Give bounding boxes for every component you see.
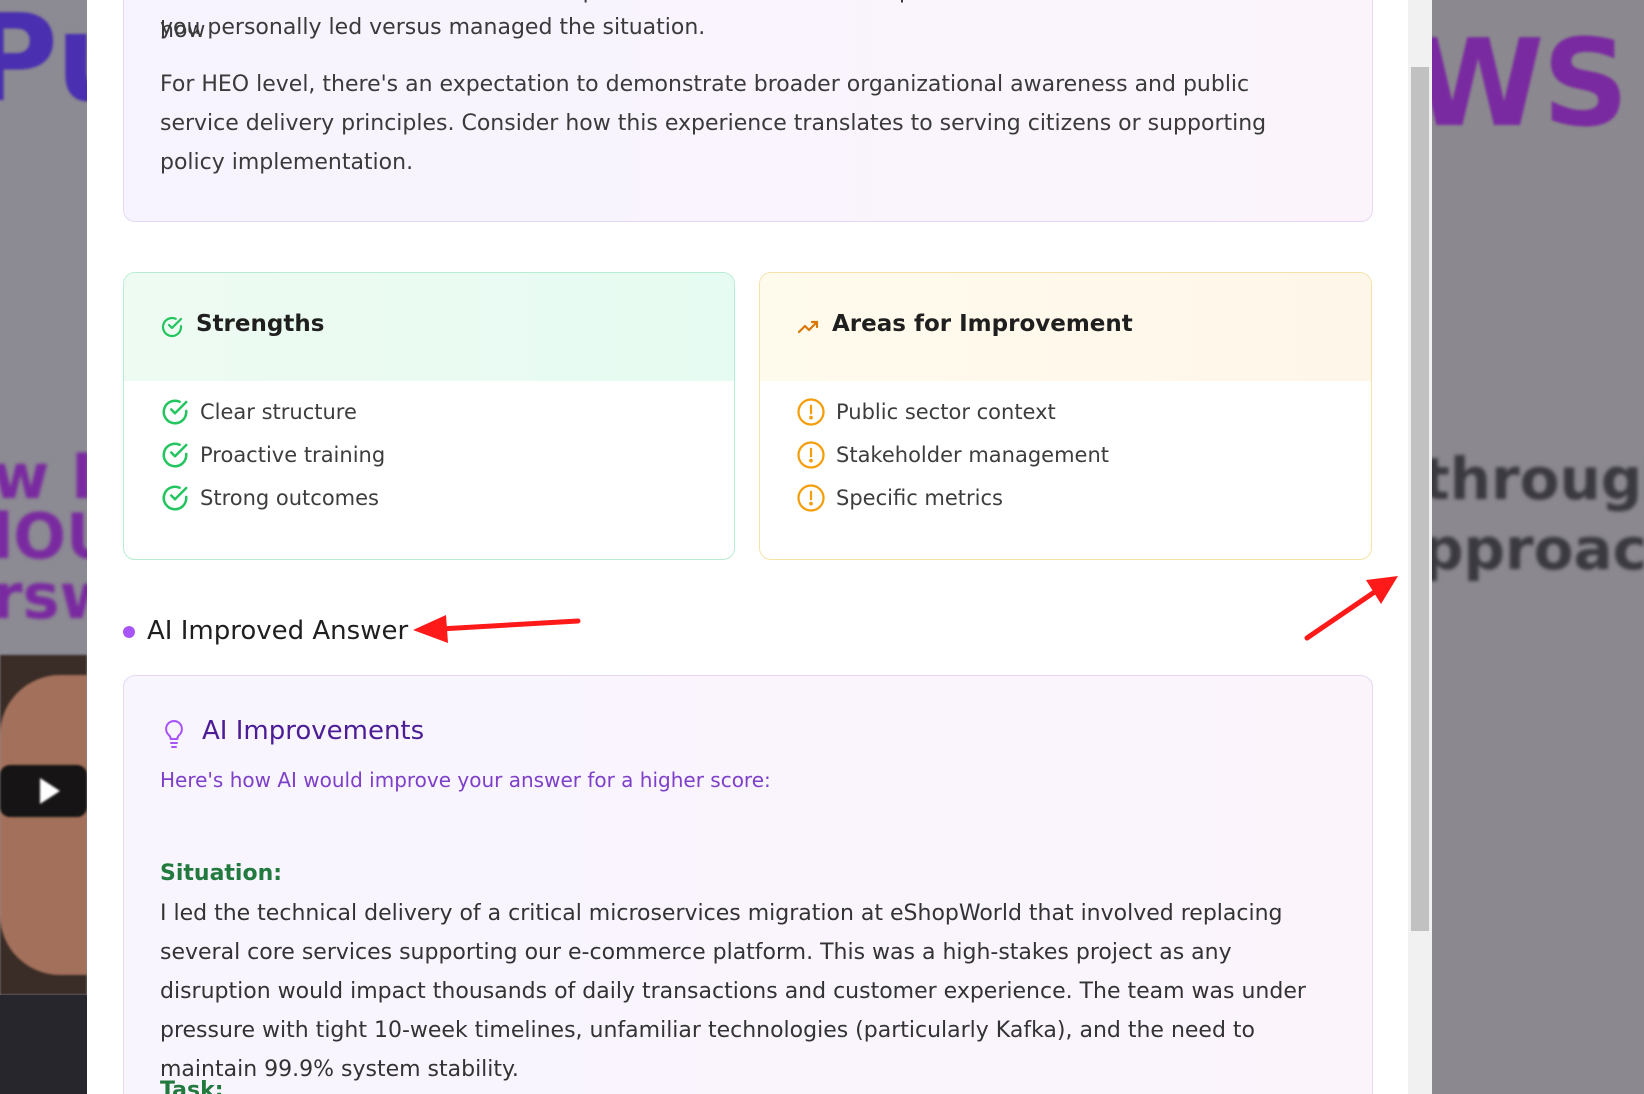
improvement-card: Areas for Improvement Public sector cont… — [759, 272, 1372, 560]
strength-item-label: Clear structure — [200, 400, 357, 424]
modal-scrollbar[interactable] — [1408, 0, 1432, 1094]
improvement-item-label: Specific metrics — [836, 486, 1003, 510]
lightbulb-icon — [162, 718, 186, 754]
ai-improvements-subtitle: Here's how AI would improve your answer … — [160, 768, 771, 792]
check-circle-icon — [160, 315, 184, 343]
background-video-thumbnail — [0, 655, 87, 995]
trending-up-icon — [796, 315, 822, 343]
situation-label: Situation: — [160, 861, 283, 886]
strengths-header: Strengths — [124, 273, 734, 381]
feedback-modal: answer could also benefit from more spec… — [87, 0, 1432, 1094]
check-circle-icon — [160, 440, 190, 474]
alert-circle-icon — [796, 440, 826, 474]
strengths-title: Strengths — [196, 311, 325, 337]
ai-improved-answer-title: AI Improved Answer — [147, 616, 409, 646]
strength-item-label: Proactive training — [200, 443, 386, 467]
alert-circle-icon — [796, 483, 826, 517]
background-text-line: pproach — [1432, 515, 1644, 583]
scrollbar-thumb[interactable] — [1411, 67, 1429, 931]
background-text-line: through a — [1432, 445, 1644, 513]
background-text-line: rsw — [0, 560, 87, 633]
improvement-title: Areas for Improvement — [832, 311, 1133, 337]
background-right-strip: WS through a pproach — [1432, 0, 1644, 1094]
improvement-item-label: Stakeholder management — [836, 443, 1109, 467]
ai-improvements-title: AI Improvements — [202, 716, 425, 746]
improvement-header: Areas for Improvement — [760, 273, 1371, 381]
background-heading-left: Pu — [0, 0, 87, 129]
ai-improvements-card: AI Improvements Here's how AI would impr… — [123, 675, 1373, 1094]
background-heading-right: WS — [1432, 15, 1629, 154]
alert-circle-icon — [796, 397, 826, 431]
background-left-strip: Pu w I lOU rsw — [0, 0, 87, 1094]
task-label: Task: — [160, 1078, 224, 1094]
strengths-card: Strengths Clear structure Proactive trai… — [123, 272, 735, 560]
feedback-summary-box: answer could also benefit from more spec… — [123, 0, 1373, 222]
bullet-dot-icon — [123, 626, 135, 638]
feedback-text-line: you personally led versus managed the si… — [160, 15, 706, 40]
improvement-item-label: Public sector context — [836, 400, 1056, 424]
strength-item-label: Strong outcomes — [200, 486, 380, 510]
play-icon — [40, 778, 60, 804]
check-circle-icon — [160, 483, 190, 517]
feedback-paragraph: For HEO level, there's an expectation to… — [160, 72, 1267, 175]
situation-text: I led the technical delivery of a critic… — [160, 901, 1306, 1082]
check-circle-icon — [160, 397, 190, 431]
